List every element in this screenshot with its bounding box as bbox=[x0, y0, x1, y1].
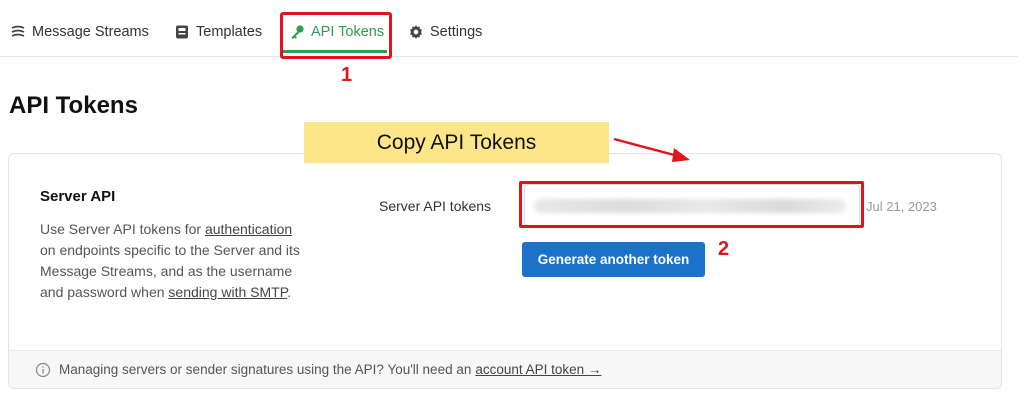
desc-text: Use Server API tokens for bbox=[40, 221, 205, 237]
nav-tab-message-streams[interactable]: Message Streams bbox=[10, 24, 149, 40]
section-title: Server API bbox=[40, 188, 116, 205]
nav-tab-label: Templates bbox=[196, 24, 263, 40]
template-icon bbox=[174, 24, 190, 40]
authentication-link[interactable]: authentication bbox=[205, 221, 292, 237]
annotation-callout: Copy API Tokens bbox=[304, 122, 609, 163]
smtp-link[interactable]: sending with SMTP bbox=[168, 284, 287, 300]
gear-icon bbox=[408, 24, 424, 40]
desc-text: . bbox=[287, 284, 292, 300]
section-description: Use Server API tokens for authentication… bbox=[40, 219, 310, 303]
annotation-marker-2: 2 bbox=[718, 238, 730, 260]
nav-tab-label: Settings bbox=[430, 24, 483, 40]
nav-tab-label: Message Streams bbox=[32, 24, 149, 40]
top-navigation: Message Streams Templates API Tokens Set… bbox=[0, 0, 1018, 57]
annotation-box-token-field bbox=[519, 181, 864, 228]
token-created-date: Jul 21, 2023 bbox=[866, 199, 937, 214]
info-icon bbox=[35, 362, 51, 378]
annotation-marker-1: 1 bbox=[341, 64, 353, 86]
account-api-token-link[interactable]: account API token → bbox=[475, 362, 601, 377]
footer-text: Managing servers or sender signatures us… bbox=[59, 362, 472, 377]
annotation-box-api-tokens-tab bbox=[280, 12, 392, 59]
nav-tab-settings[interactable]: Settings bbox=[408, 24, 482, 40]
page-title: API Tokens bbox=[9, 92, 138, 119]
annotation-arrow bbox=[613, 137, 690, 162]
streams-icon bbox=[10, 24, 26, 40]
token-field-label: Server API tokens bbox=[379, 198, 492, 214]
card-footer: Managing servers or sender signatures us… bbox=[9, 350, 1001, 388]
nav-tab-templates[interactable]: Templates bbox=[174, 24, 262, 40]
generate-token-button[interactable]: Generate another token bbox=[522, 242, 705, 277]
